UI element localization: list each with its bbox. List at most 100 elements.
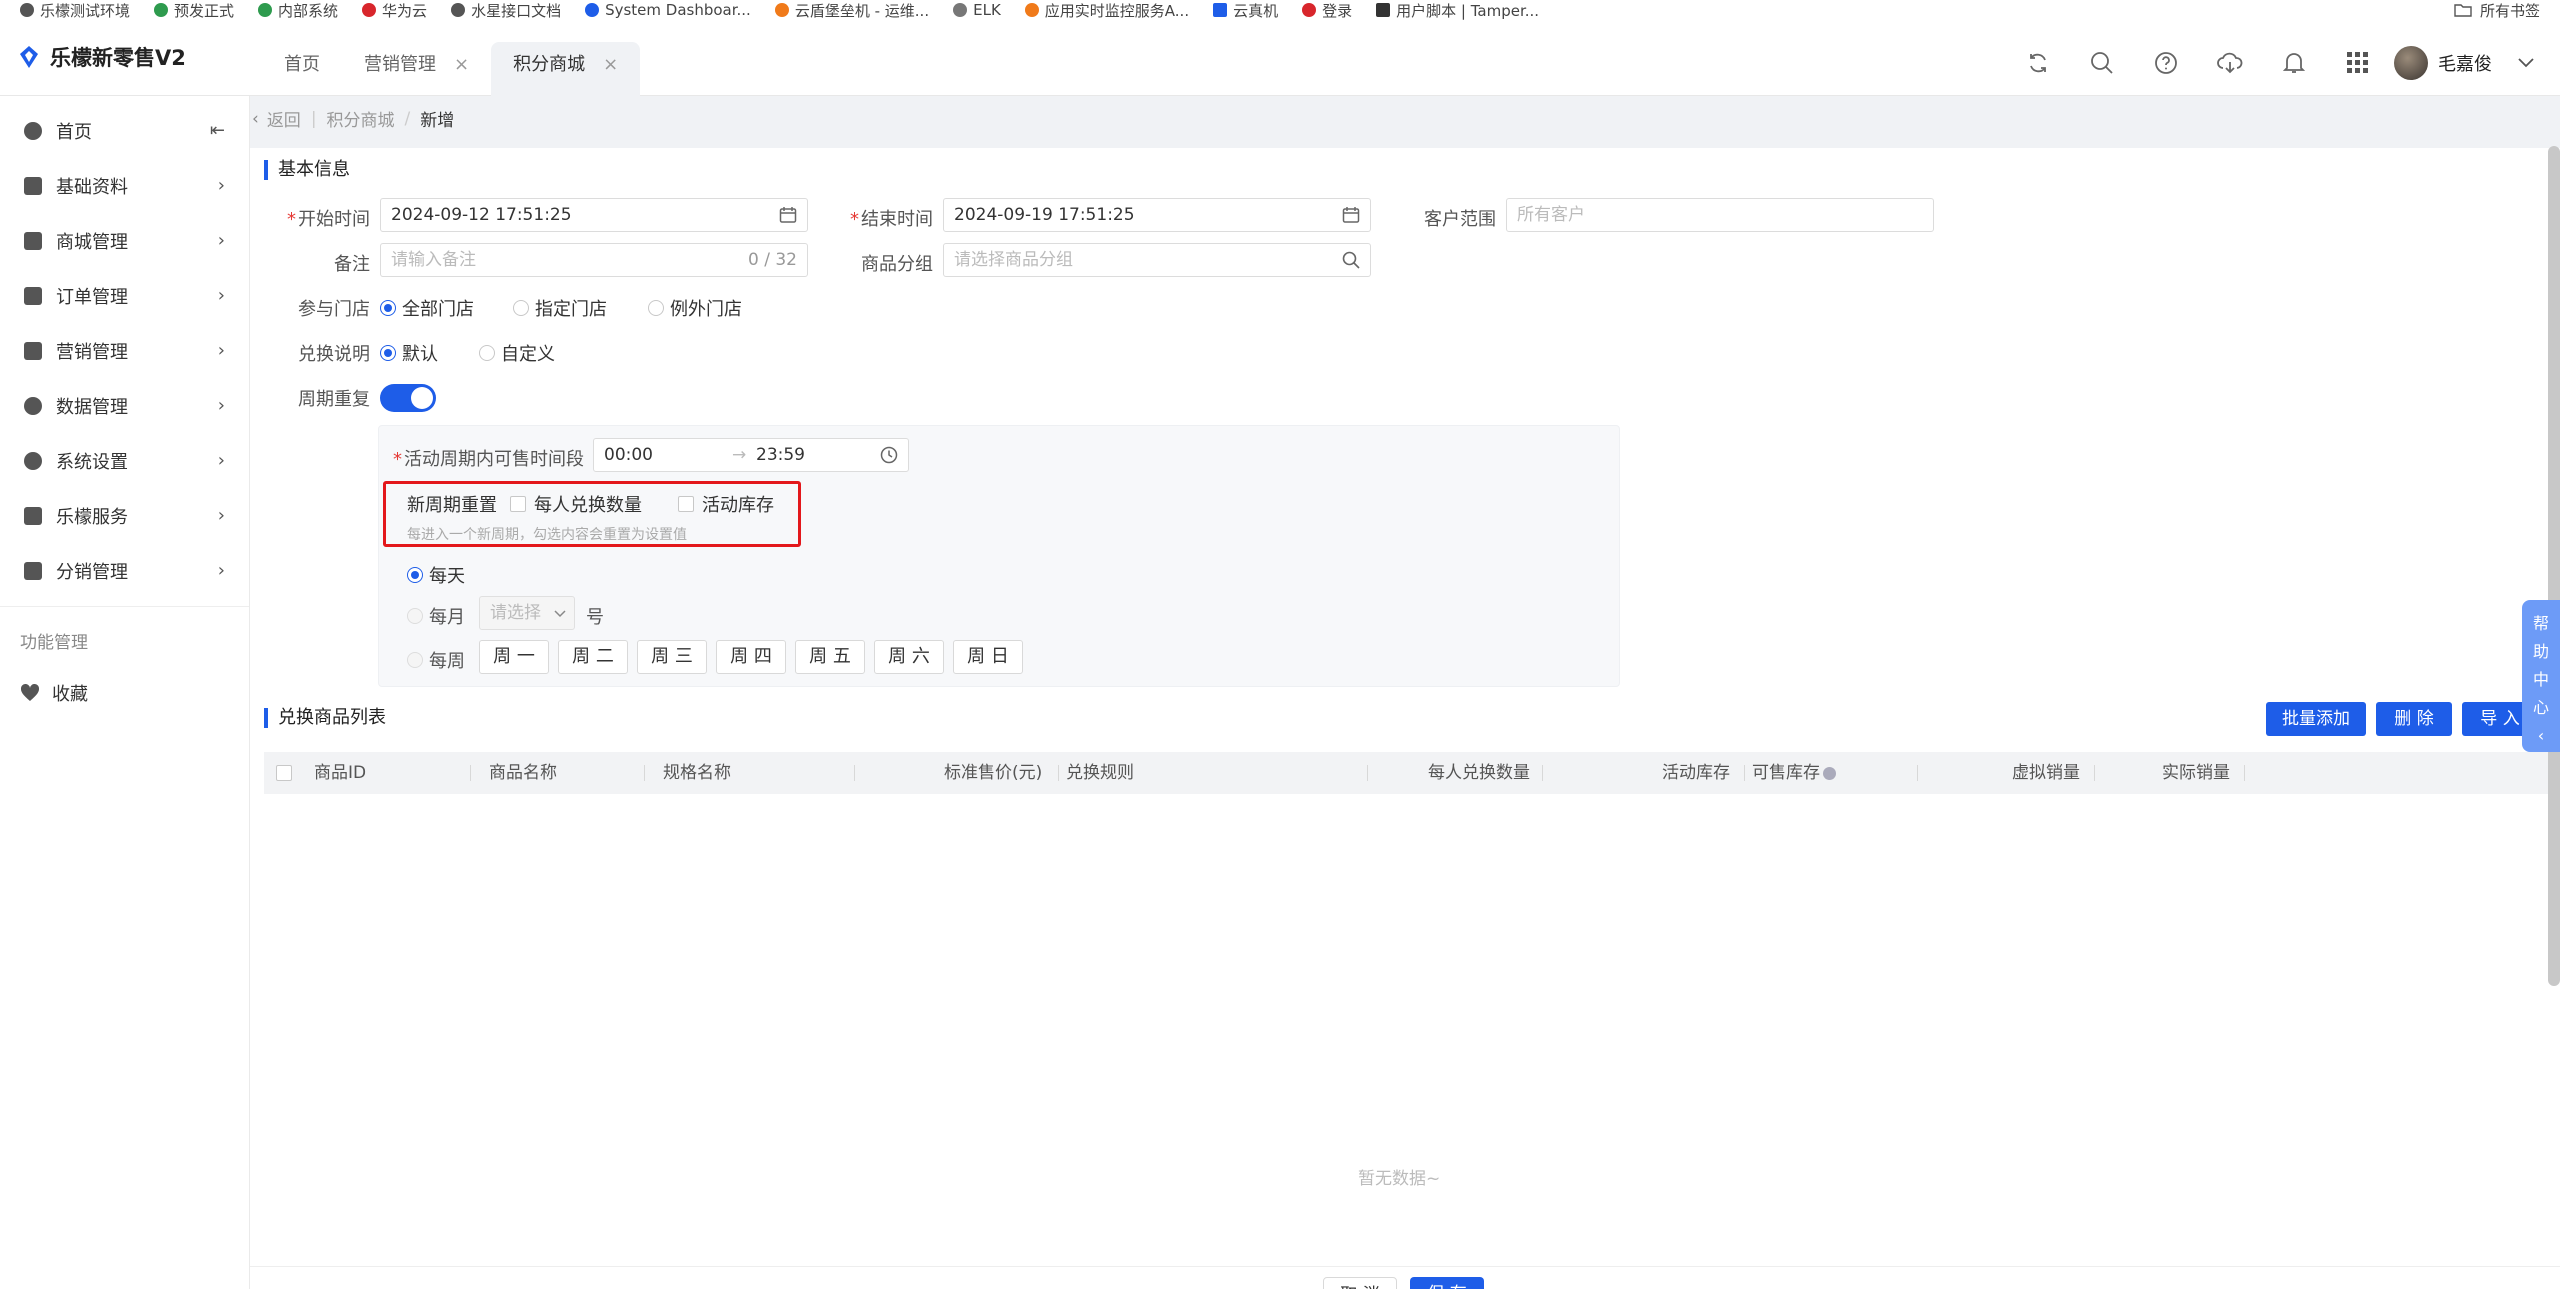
breadcrumb: ‹ 返回 | 积分商城 / 新增 bbox=[252, 106, 454, 132]
sidebar-item-favorites[interactable]: 收藏 bbox=[0, 665, 249, 720]
weekday-tuesday[interactable]: 周 二 bbox=[558, 640, 628, 674]
chevron-left-icon[interactable]: ‹ bbox=[252, 109, 259, 129]
close-icon[interactable]: × bbox=[454, 42, 469, 88]
weekday-wednesday[interactable]: 周 三 bbox=[637, 640, 707, 674]
time-start: 00:00 bbox=[604, 445, 653, 465]
back-link[interactable]: 返回 bbox=[267, 106, 301, 131]
sidebar-item-distribution[interactable]: 分销管理 › bbox=[0, 543, 249, 598]
bell-icon[interactable] bbox=[2280, 49, 2308, 77]
sidebar-item-orders[interactable]: 订单管理 › bbox=[0, 268, 249, 323]
cycle-repeat-label: 周期重复 bbox=[298, 389, 370, 410]
product-group-input[interactable]: 请选择商品分组 bbox=[943, 243, 1371, 277]
weekday-friday[interactable]: 周 五 bbox=[795, 640, 865, 674]
page-tabs: 首页 营销管理 × 积分商城 × bbox=[262, 42, 641, 96]
save-button[interactable]: 保 存 bbox=[1410, 1277, 1484, 1289]
bookmark-icon bbox=[1302, 3, 1317, 17]
delete-button[interactable]: 删 除 bbox=[2376, 702, 2452, 736]
radio-excluded-stores[interactable]: 例外门店 bbox=[648, 295, 742, 321]
info-icon[interactable] bbox=[1823, 766, 1836, 780]
user-name[interactable]: 毛嘉俊 bbox=[2438, 50, 2492, 76]
exchange-desc-label: 兑换说明 bbox=[298, 344, 370, 365]
app-logo[interactable]: 乐檬新零售V2 bbox=[18, 42, 186, 72]
bookmark-item[interactable]: ELK bbox=[953, 1, 1001, 19]
tab-points-mall[interactable]: 积分商城 × bbox=[491, 42, 641, 96]
bookmark-item[interactable]: System Dashboar... bbox=[585, 1, 751, 19]
bookmark-item[interactable]: 云真机 bbox=[1213, 0, 1278, 20]
monthly-day-select[interactable]: 请选择 bbox=[479, 596, 575, 630]
start-time-input[interactable]: 2024-09-12 17:51:25 bbox=[380, 198, 808, 232]
radio-all-stores[interactable]: 全部门店 bbox=[380, 295, 474, 321]
bookmark-item[interactable]: 登录 bbox=[1302, 0, 1352, 20]
sidebar-item-data[interactable]: 数据管理 › bbox=[0, 378, 249, 433]
avatar[interactable] bbox=[2394, 46, 2428, 80]
bookmark-item[interactable]: 内部系统 bbox=[258, 0, 338, 20]
radio-specified-stores[interactable]: 指定门店 bbox=[513, 295, 607, 321]
refresh-icon[interactable] bbox=[2024, 49, 2052, 77]
bookmark-item[interactable]: 华为云 bbox=[362, 0, 427, 20]
chevron-down-icon[interactable] bbox=[2512, 49, 2540, 77]
cancel-button[interactable]: 取 消 bbox=[1323, 1277, 1397, 1289]
sidebar-item-marketing[interactable]: 营销管理 › bbox=[0, 323, 249, 378]
scrollbar[interactable] bbox=[2548, 146, 2560, 986]
customer-scope-input[interactable]: 所有客户 bbox=[1506, 198, 1934, 232]
header-actions: 毛嘉俊 bbox=[1988, 46, 2540, 80]
radio-monthly[interactable]: 每月 bbox=[407, 603, 465, 629]
bookmark-item[interactable]: 云盾堡垒机 - 运维... bbox=[774, 0, 929, 20]
radio-custom[interactable]: 自定义 bbox=[479, 340, 555, 366]
close-icon[interactable]: × bbox=[603, 42, 618, 88]
breadcrumb-parent[interactable]: 积分商城 bbox=[327, 106, 395, 131]
col-divider bbox=[644, 765, 645, 781]
bookmark-item[interactable]: 预发正式 bbox=[154, 0, 234, 20]
help-icon[interactable] bbox=[2152, 49, 2180, 77]
end-time-input[interactable]: 2024-09-19 17:51:25 bbox=[943, 198, 1371, 232]
help-center-tab[interactable]: 帮 助 中 心 ‹ bbox=[2522, 600, 2560, 752]
cycle-settings-panel: * 活动周期内可售时间段 00:00 → 23:59 新周期重置 每人兑换数量 活… bbox=[378, 425, 1620, 687]
col-product-id: 商品ID bbox=[314, 763, 367, 783]
weekday-sunday[interactable]: 周 日 bbox=[953, 640, 1023, 674]
batch-add-button[interactable]: 批量添加 bbox=[2266, 702, 2366, 736]
radio-dot bbox=[407, 567, 423, 583]
cycle-repeat-toggle[interactable] bbox=[380, 384, 436, 412]
bookmark-icon bbox=[1213, 3, 1228, 17]
reset-label: 新周期重置 bbox=[407, 495, 497, 516]
chevron-down-icon bbox=[554, 610, 566, 618]
collapse-sidebar-icon[interactable]: ⇤ bbox=[210, 120, 225, 141]
bookmark-item[interactable]: 水星接口文档 bbox=[451, 0, 561, 20]
search-icon[interactable] bbox=[2088, 49, 2116, 77]
weekday-monday[interactable]: 周 一 bbox=[479, 640, 549, 674]
cloud-download-icon[interactable] bbox=[2216, 49, 2244, 77]
sidebar-item-basic-data[interactable]: 基础资料 › bbox=[0, 158, 249, 213]
weekday-saturday[interactable]: 周 六 bbox=[874, 640, 944, 674]
tab-marketing[interactable]: 营销管理 × bbox=[342, 42, 491, 96]
col-divider bbox=[2094, 765, 2095, 781]
remark-input[interactable]: 请输入备注 0 / 32 bbox=[380, 243, 808, 277]
bookmark-item[interactable]: 应用实时监控服务A... bbox=[1024, 0, 1189, 20]
folder-icon bbox=[2454, 4, 2472, 17]
checkbox-per-person-quantity[interactable]: 每人兑换数量 bbox=[510, 491, 642, 517]
distribution-icon bbox=[24, 561, 42, 580]
radio-dot bbox=[479, 345, 495, 361]
bookmark-item[interactable]: 乐檬测试环境 bbox=[20, 0, 130, 20]
select-all-checkbox[interactable] bbox=[276, 765, 292, 781]
time-range-label: * 活动周期内可售时间段 bbox=[393, 449, 584, 470]
sidebar-item-mall[interactable]: 商城管理 › bbox=[0, 213, 249, 268]
home-icon bbox=[24, 121, 42, 140]
radio-default[interactable]: 默认 bbox=[380, 340, 438, 366]
sidebar-item-service[interactable]: 乐檬服务 › bbox=[0, 488, 249, 543]
tab-home[interactable]: 首页 bbox=[262, 42, 342, 96]
search-icon[interactable] bbox=[1342, 251, 1360, 269]
checkbox-activity-stock[interactable]: 活动库存 bbox=[678, 491, 774, 517]
weekday-thursday[interactable]: 周 四 bbox=[716, 640, 786, 674]
heart-icon bbox=[20, 683, 40, 701]
apps-grid-icon[interactable] bbox=[2344, 49, 2372, 77]
all-bookmarks[interactable]: 所有书签 bbox=[2454, 0, 2540, 20]
time-arrow: → bbox=[732, 445, 747, 465]
col-divider bbox=[1917, 765, 1918, 781]
sidebar-item-settings[interactable]: 系统设置 › bbox=[0, 433, 249, 488]
time-range-picker[interactable]: 00:00 → 23:59 bbox=[593, 438, 909, 472]
radio-weekly[interactable]: 每周 bbox=[407, 647, 465, 673]
sidebar-item-home[interactable]: 首页 ⇤ bbox=[0, 103, 249, 158]
radio-daily[interactable]: 每天 bbox=[407, 562, 465, 588]
cube-icon bbox=[24, 176, 42, 195]
bookmark-item[interactable]: 用户脚本 | Tamper... bbox=[1376, 0, 1539, 20]
